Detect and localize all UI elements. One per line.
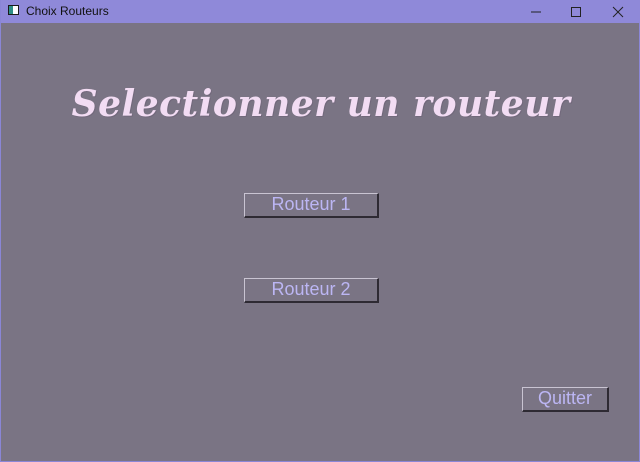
app-icon [8,5,19,15]
window-title: Choix Routeurs [26,4,109,18]
page-heading: Selectionner un routeur [71,83,571,125]
maximize-button[interactable] [553,0,599,23]
title-bar[interactable]: Choix Routeurs [1,0,640,23]
close-icon [612,6,624,18]
router-1-button[interactable]: Routeur 1 [244,193,379,218]
quit-button[interactable]: Quitter [522,387,609,412]
maximize-icon [571,7,581,17]
close-button[interactable] [595,0,640,23]
minimize-icon [531,11,541,13]
app-window: Choix Routeurs Selectionner un routeur R… [0,0,640,462]
router-2-button[interactable]: Routeur 2 [244,278,379,303]
